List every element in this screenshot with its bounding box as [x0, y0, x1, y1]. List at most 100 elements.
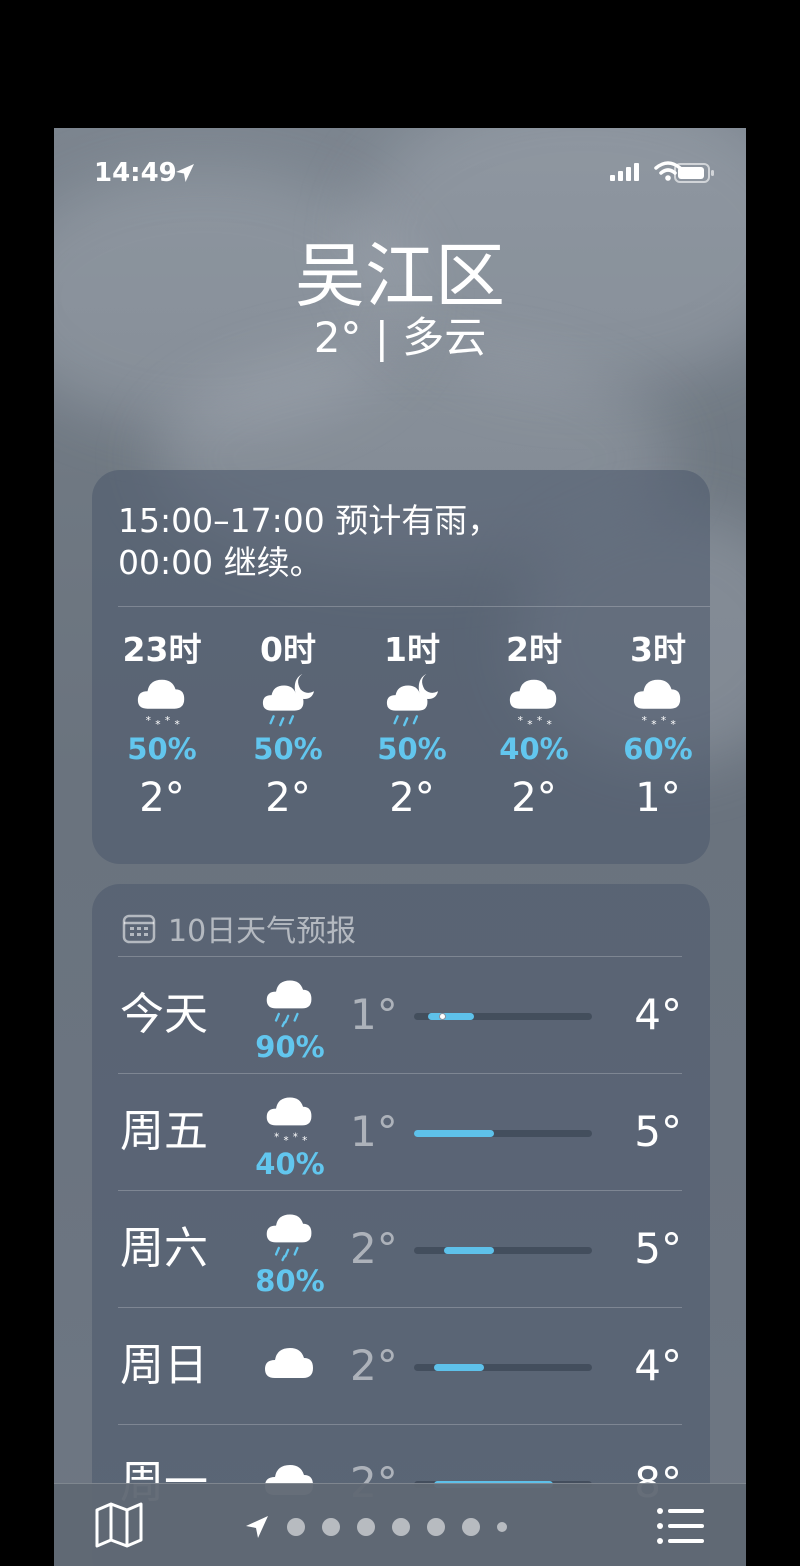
low-temp: 2° — [350, 1341, 398, 1390]
page-dot[interactable] — [357, 1518, 375, 1536]
hour-temp: 2° — [265, 775, 311, 821]
day-row[interactable]: 周六 80% 2° 5° — [118, 1190, 682, 1308]
precip-chance: 60% — [623, 732, 693, 766]
cellular-signal-icon — [610, 163, 639, 181]
divider — [118, 606, 710, 607]
day-name: 今天 — [120, 989, 208, 1040]
precip-chance: 40% — [499, 732, 569, 766]
precip-summary-line: 00:00 继续。 — [118, 543, 323, 582]
day-weather — [248, 1338, 332, 1404]
hourly-item: 23时 * * * * 50% 2° — [112, 628, 212, 826]
hour-weather-icon — [362, 672, 462, 730]
ten-day-title: 10日天气预报 — [168, 914, 357, 949]
bottom-toolbar — [54, 1483, 746, 1566]
temp-range-bar — [414, 1247, 592, 1254]
svg-text:*: * — [518, 714, 523, 727]
ten-day-header: 10日天气预报 — [122, 906, 356, 950]
hour-temp: 2° — [139, 775, 185, 821]
cloud-snow-icon: * * * * — [633, 679, 681, 730]
hour-temp: 2° — [389, 775, 435, 821]
day-weather: 90% — [248, 971, 332, 1063]
page-dot[interactable] — [392, 1518, 410, 1536]
svg-text:*: * — [537, 714, 542, 727]
current-conditions: 2° | 多云 — [313, 313, 487, 362]
svg-text:*: * — [146, 714, 151, 727]
hour-label: 23时 — [122, 630, 202, 669]
hour-label: 1时 — [384, 630, 440, 669]
high-temp: 5° — [634, 1224, 682, 1273]
svg-text:*: * — [302, 1135, 307, 1146]
svg-text:*: * — [175, 718, 180, 730]
location-arrow-icon — [246, 1516, 268, 1538]
low-temp: 2° — [350, 1224, 398, 1273]
svg-text:*: * — [547, 718, 552, 730]
status-bar: 14:49 — [54, 128, 746, 218]
high-temp: 4° — [634, 1341, 682, 1390]
page-indicator[interactable] — [244, 1514, 507, 1540]
precip-chance: 40% — [255, 1147, 325, 1181]
cloud-rain-icon — [266, 980, 312, 1028]
precip-summary: 15:00–17:00 预计有雨， 00:00 继续。 — [118, 500, 678, 584]
temp-range-fill — [434, 1364, 484, 1371]
page-dot[interactable] — [427, 1518, 445, 1536]
hour-temp: 2° — [511, 775, 557, 821]
precip-chance: 80% — [255, 1264, 325, 1298]
day-weather: 80% — [248, 1205, 332, 1297]
svg-text:*: * — [293, 1131, 298, 1143]
hourly-item: 1时 50% 2° — [362, 628, 462, 826]
precip-chance: 50% — [127, 732, 197, 766]
svg-text:*: * — [651, 718, 656, 730]
low-temp: 1° — [350, 990, 398, 1039]
calendar-icon — [122, 914, 156, 944]
day-row[interactable]: 周日 2° 4° — [118, 1307, 682, 1425]
page-dot[interactable] — [497, 1522, 507, 1532]
precip-chance: 50% — [253, 732, 323, 766]
precip-chance: 50% — [377, 732, 447, 766]
svg-text:*: * — [165, 714, 170, 727]
cloud-moon-rain-icon — [262, 673, 315, 727]
page-dot[interactable] — [287, 1518, 305, 1536]
low-temp: 1° — [350, 1107, 398, 1156]
day-row[interactable]: 今天 90% 1° 4° — [118, 956, 682, 1074]
hour-label: 2时 — [506, 630, 562, 669]
cloud-snow-icon: * * * * — [266, 1097, 312, 1147]
temp-range-bar — [414, 1130, 592, 1137]
precip-summary-line: 15:00–17:00 预计有雨， — [118, 501, 501, 540]
page-dot[interactable] — [322, 1518, 340, 1536]
page-dot[interactable] — [462, 1518, 480, 1536]
svg-text:*: * — [671, 718, 676, 730]
day-weather: * * * * 40% — [248, 1088, 332, 1180]
high-temp: 4° — [634, 990, 682, 1039]
location-name: 吴江区 — [295, 235, 505, 317]
cloud-snow-icon: * * * * — [137, 679, 185, 730]
hour-weather-icon: * * * * — [608, 672, 708, 730]
map-icon[interactable] — [94, 1502, 144, 1548]
svg-text:*: * — [642, 714, 647, 727]
day-name: 周日 — [120, 1340, 208, 1391]
location-arrow-icon — [176, 164, 194, 182]
temp-range-fill — [428, 1013, 474, 1020]
hourly-item: 3时 * * * * 60% 1° — [608, 628, 708, 826]
status-time: 14:49 — [94, 158, 177, 188]
day-name: 周五 — [120, 1106, 208, 1157]
svg-text:*: * — [661, 714, 666, 727]
temp-range-bar — [414, 1364, 592, 1371]
hour-weather-icon — [238, 672, 338, 730]
day-name: 周六 — [120, 1223, 208, 1274]
current-temp-marker — [439, 1013, 446, 1020]
hourly-item: 2时 * * * * 40% 2° — [484, 628, 584, 826]
hour-label: 3时 — [630, 630, 686, 669]
day-row[interactable]: 周五 * * * * 40% 1° 5° — [118, 1073, 682, 1191]
svg-text:*: * — [527, 718, 532, 730]
temp-range-fill — [444, 1247, 494, 1254]
cloud-rain-icon — [266, 1214, 312, 1262]
precip-chance: 90% — [255, 1030, 325, 1064]
cloud-snow-icon: * * * * — [509, 679, 557, 730]
list-icon[interactable] — [656, 1506, 706, 1546]
ten-day-forecast-card[interactable]: 10日天气预报 今天 90% 1° 4° 周五 * * * * 40% 1° 5° 周六 80% 2° 5° 周… — [92, 884, 710, 1566]
hourly-forecast-card[interactable]: 15:00–17:00 预计有雨， 00:00 继续。 23时 * * * * 50% 2°… — [92, 470, 710, 864]
high-temp: 5° — [634, 1107, 682, 1156]
hour-weather-icon: * * * * — [484, 672, 584, 730]
hour-temp: 1° — [635, 775, 681, 821]
temp-range-bar — [414, 1013, 592, 1020]
